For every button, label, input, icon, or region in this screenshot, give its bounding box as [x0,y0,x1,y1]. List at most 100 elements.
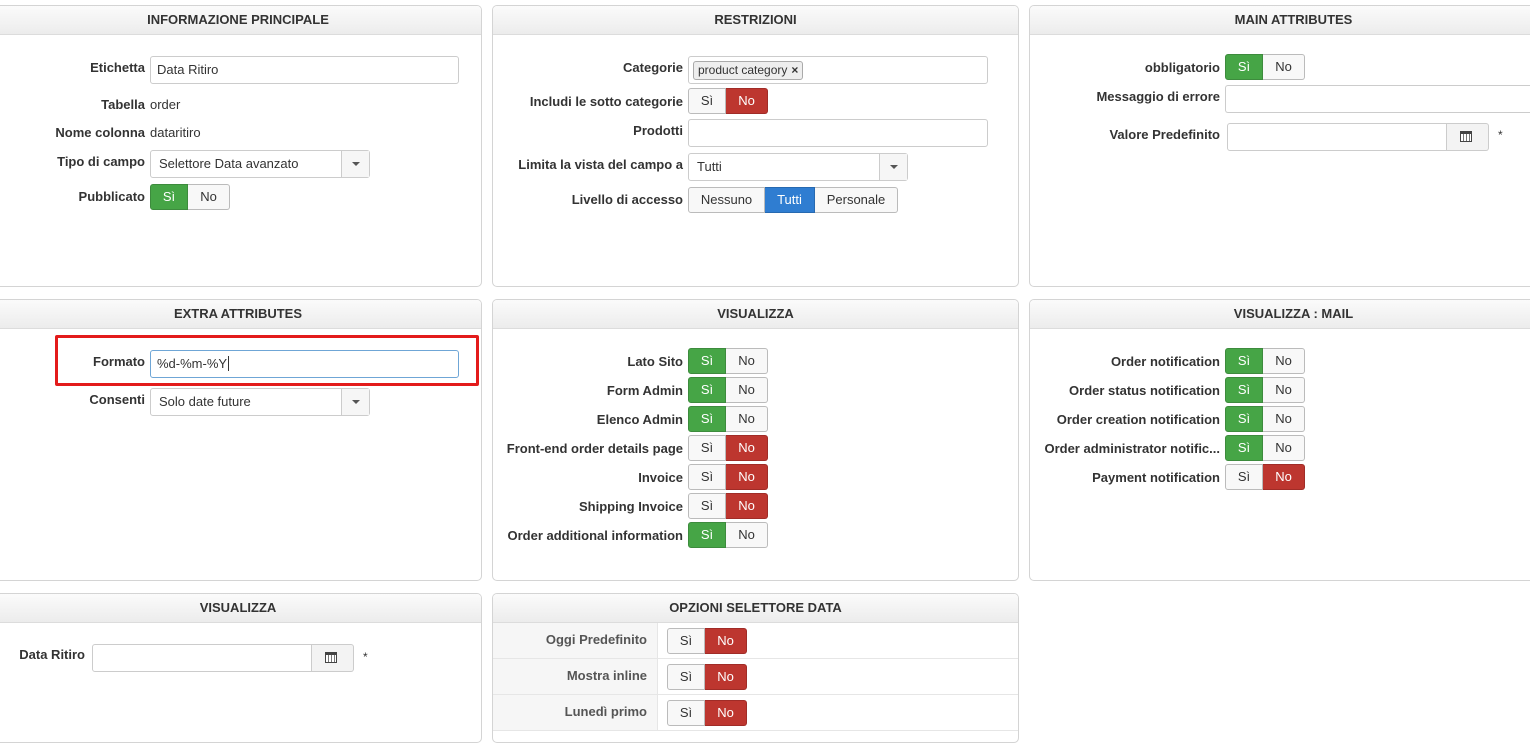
no-option[interactable]: No [1263,348,1305,374]
consenti-select[interactable]: Solo date future [150,388,370,416]
livello-accesso-toggle[interactable]: Nessuno Tutti Personale [688,187,898,213]
no-option[interactable]: No [705,628,747,654]
yes-option[interactable]: Sì [688,464,726,490]
no-option[interactable]: No [726,406,768,432]
no-option[interactable]: No [726,435,768,461]
order-creation-notification-toggle[interactable]: Sì No [1225,406,1305,432]
yes-option[interactable]: Sì [1225,348,1263,374]
calendar-button[interactable] [312,644,354,672]
sotto-categorie-toggle[interactable]: Sì No [688,88,768,114]
calendar-button[interactable] [1447,123,1489,151]
mostra-inline-row: Mostra inline Sì No [493,659,1018,695]
option-nessuno[interactable]: Nessuno [688,187,765,213]
pubblicato-toggle[interactable]: Sì No [150,184,230,210]
no-option[interactable]: No [1263,406,1305,432]
elenco-admin-label: Elenco Admin [596,412,683,427]
categorie-input[interactable]: product category × [688,56,988,84]
yes-option[interactable]: Sì [1225,377,1263,403]
no-option[interactable]: No [1263,464,1305,490]
yes-option[interactable]: Sì [688,406,726,432]
no-option[interactable]: No [726,522,768,548]
tipo-campo-select[interactable]: Selettore Data avanzato [150,150,370,178]
no-option[interactable]: No [726,493,768,519]
mostra-inline-label: Mostra inline [493,659,658,694]
no-option[interactable]: No [188,184,230,210]
yes-option[interactable]: Sì [688,88,726,114]
lato-sito-toggle[interactable]: Sì No [688,348,768,374]
close-icon[interactable]: × [791,63,798,77]
no-option[interactable]: No [1263,54,1305,80]
no-option[interactable]: No [726,88,768,114]
yes-option[interactable]: Sì [667,700,705,726]
option-tutti[interactable]: Tutti [765,187,815,213]
highlight-box [55,335,479,386]
no-option[interactable]: No [1263,435,1305,461]
order-additional-info-label: Order additional information [507,528,683,543]
order-admin-notification-toggle[interactable]: Sì No [1225,435,1305,461]
payment-notification-toggle[interactable]: Sì No [1225,464,1305,490]
no-option[interactable]: No [705,664,747,690]
tabella-label: Tabella [101,97,145,112]
yes-option[interactable]: Sì [688,493,726,519]
option-personale[interactable]: Personale [815,187,898,213]
no-option[interactable]: No [726,348,768,374]
consenti-label: Consenti [89,392,145,407]
etichetta-input[interactable]: Data Ritiro [150,56,459,84]
lunedi-primo-toggle[interactable]: Sì No [667,700,747,726]
no-option[interactable]: No [1263,377,1305,403]
shipping-invoice-toggle[interactable]: Sì No [688,493,768,519]
yes-option[interactable]: Sì [688,377,726,403]
oggi-predefinito-toggle[interactable]: Sì No [667,628,747,654]
required-star: * [363,650,368,664]
panel-title: OPZIONI SELETTORE DATA [493,594,1018,623]
yes-option[interactable]: Sì [688,435,726,461]
calendar-icon [1460,131,1472,142]
prodotti-input[interactable] [688,119,988,147]
lato-sito-label: Lato Sito [627,354,683,369]
messaggio-errore-input[interactable] [1225,85,1530,113]
yes-option[interactable]: Sì [667,664,705,690]
limita-vista-select[interactable]: Tutti [688,153,908,181]
order-status-notification-label: Order status notification [1069,383,1220,398]
obbligatorio-toggle[interactable]: Sì No [1225,54,1305,80]
elenco-admin-toggle[interactable]: Sì No [688,406,768,432]
chevron-down-icon[interactable] [879,154,907,180]
invoice-toggle[interactable]: Sì No [688,464,768,490]
panel-title: VISUALIZZA : MAIL [1030,300,1530,329]
yes-option[interactable]: Sì [1225,54,1263,80]
messaggio-errore-label: Messaggio di errore [1096,89,1220,104]
no-option[interactable]: No [705,700,747,726]
yes-option[interactable]: Sì [1225,406,1263,432]
nome-colonna-value: dataritiro [150,125,201,140]
frontend-order-details-label: Front-end order details page [506,441,683,456]
chevron-down-icon[interactable] [341,389,369,415]
order-additional-info-toggle[interactable]: Sì No [688,522,768,548]
yes-option[interactable]: Sì [150,184,188,210]
chevron-down-icon[interactable] [341,151,369,177]
no-option[interactable]: No [726,464,768,490]
data-ritiro-input[interactable] [92,644,312,672]
frontend-order-details-toggle[interactable]: Sì No [688,435,768,461]
yes-option[interactable]: Sì [1225,464,1263,490]
data-ritiro-label: Data Ritiro [19,647,85,662]
form-admin-toggle[interactable]: Sì No [688,377,768,403]
yes-option[interactable]: Sì [688,348,726,374]
order-notification-toggle[interactable]: Sì No [1225,348,1305,374]
yes-option[interactable]: Sì [1225,435,1263,461]
order-admin-notification-label: Order administrator notific... [1044,441,1220,456]
prodotti-label: Prodotti [633,123,683,138]
no-option[interactable]: No [726,377,768,403]
nome-colonna-label: Nome colonna [55,125,145,140]
valore-predefinito-input[interactable] [1227,123,1447,151]
mostra-inline-toggle[interactable]: Sì No [667,664,747,690]
form-admin-label: Form Admin [606,383,683,398]
panel-title: EXTRA ATTRIBUTES [0,300,481,329]
yes-option[interactable]: Sì [688,522,726,548]
limita-vista-value: Tutti [697,159,722,174]
lunedi-primo-row: Lunedì primo Sì No [493,695,1018,731]
category-tag: product category × [693,61,804,80]
valore-predefinito-datepicker [1227,123,1489,151]
yes-option[interactable]: Sì [667,628,705,654]
calendar-icon [325,652,337,663]
order-status-notification-toggle[interactable]: Sì No [1225,377,1305,403]
